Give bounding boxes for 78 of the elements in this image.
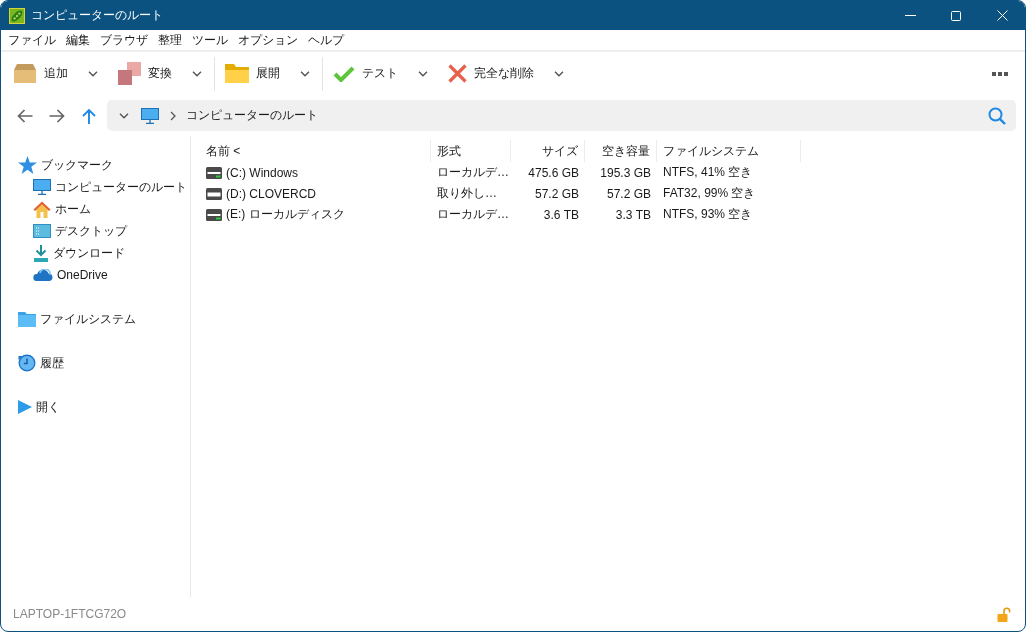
play-icon	[18, 400, 32, 414]
computer-name: LAPTOP-1FTCG72O	[13, 607, 127, 621]
sidebar-item[interactable]: デスクトップ	[1, 220, 190, 242]
table-cell: NTFS, 41% 空き	[663, 164, 753, 181]
menu-item[interactable]: ヘルプ	[303, 30, 349, 50]
menu-item[interactable]: 整理	[153, 30, 187, 50]
menu-item[interactable]: オプション	[233, 30, 303, 50]
caret-icon	[119, 112, 129, 119]
monitor-icon	[33, 179, 51, 195]
sidebar-item[interactable]: ブックマーク	[1, 154, 190, 176]
table-cell: 57.2 GB	[534, 186, 579, 201]
caret-icon	[88, 70, 98, 77]
column-header[interactable]: 形式	[431, 140, 511, 162]
star-icon	[18, 156, 37, 174]
breadcrumb[interactable]: コンピューターのルート	[186, 103, 318, 128]
search-icon	[988, 106, 1006, 125]
leaf-icon	[9, 7, 25, 24]
check-icon	[333, 65, 355, 82]
window-title: コンピューターのルート	[31, 7, 163, 24]
toolbar-button[interactable]: 変換	[110, 56, 178, 91]
up-arrow-icon	[82, 107, 96, 124]
more-icon	[992, 71, 1008, 76]
sidebar-item[interactable]: 開く	[1, 396, 190, 418]
download-icon	[33, 244, 49, 262]
table-cell: 57.2 GB	[606, 186, 651, 201]
toolbar-button[interactable]: 展開	[217, 56, 286, 91]
back-arrow-icon	[17, 108, 33, 123]
sidebar-item[interactable]: コンピューターのルート	[1, 176, 190, 198]
caret-icon	[300, 70, 310, 77]
table-cell: ローカルデ…	[437, 206, 509, 223]
house-icon	[33, 200, 51, 218]
box-icon	[13, 64, 37, 83]
chevron-icon	[170, 110, 176, 121]
menu-item[interactable]: ツール	[187, 30, 233, 50]
squares-icon	[118, 62, 141, 85]
monitor-icon	[141, 107, 159, 124]
column-header[interactable]: 名前 <	[199, 140, 431, 162]
column-header[interactable]: サイズ	[511, 140, 585, 162]
table-cell: 3.3 TB	[615, 207, 651, 222]
table-cell: 取り外し…	[437, 185, 497, 202]
drive-icon	[206, 208, 222, 221]
table-cell: 475.6 GB	[528, 165, 579, 180]
drive-name: (E:) ローカルディスク	[226, 206, 345, 223]
caret-icon	[554, 70, 564, 77]
drive-icon	[206, 187, 222, 200]
toolbar-button[interactable]: 完全な削除	[440, 56, 540, 91]
menu-item[interactable]: ファイル	[3, 30, 61, 50]
toolbar-button[interactable]: 追加	[5, 56, 74, 91]
clock-icon	[18, 354, 36, 372]
sidebar-item[interactable]: ファイルシステム	[1, 308, 190, 330]
drive-icon	[206, 166, 222, 179]
menu-item[interactable]: ブラウザ	[95, 30, 153, 50]
desktop-icon	[33, 224, 51, 238]
caret-icon	[192, 70, 202, 77]
folder-icon	[18, 311, 36, 327]
sidebar-item[interactable]: OneDrive	[1, 264, 190, 286]
menu-item[interactable]: 編集	[61, 30, 95, 50]
drive-name: (C:) Windows	[226, 165, 298, 180]
table-cell: NTFS, 93% 空き	[663, 206, 753, 223]
address-bar[interactable]: コンピューターのルート	[107, 100, 1016, 131]
maximize-icon	[951, 10, 961, 21]
sidebar-item[interactable]: 履歴	[1, 352, 190, 374]
table-cell: 195.3 GB	[600, 165, 651, 180]
column-header[interactable]: ファイルシステム	[657, 140, 801, 162]
close-icon	[996, 10, 1008, 21]
table-cell: FAT32, 99% 空き	[663, 185, 756, 202]
toolbar-button[interactable]: テスト	[325, 56, 404, 91]
drive-name: (D:) CLOVERCD	[226, 186, 316, 201]
table-cell: 3.6 TB	[543, 207, 579, 222]
forward-arrow-icon	[49, 108, 65, 123]
sidebar-item[interactable]: ダウンロード	[1, 242, 190, 264]
caret-icon	[418, 70, 428, 77]
cloud-icon	[33, 269, 53, 281]
folder-icon	[225, 64, 249, 83]
column-header[interactable]: 空き容量	[585, 140, 657, 162]
cross-icon	[448, 64, 467, 83]
table-cell: ローカルデ…	[437, 164, 509, 181]
sidebar-item[interactable]: ホーム	[1, 198, 190, 220]
